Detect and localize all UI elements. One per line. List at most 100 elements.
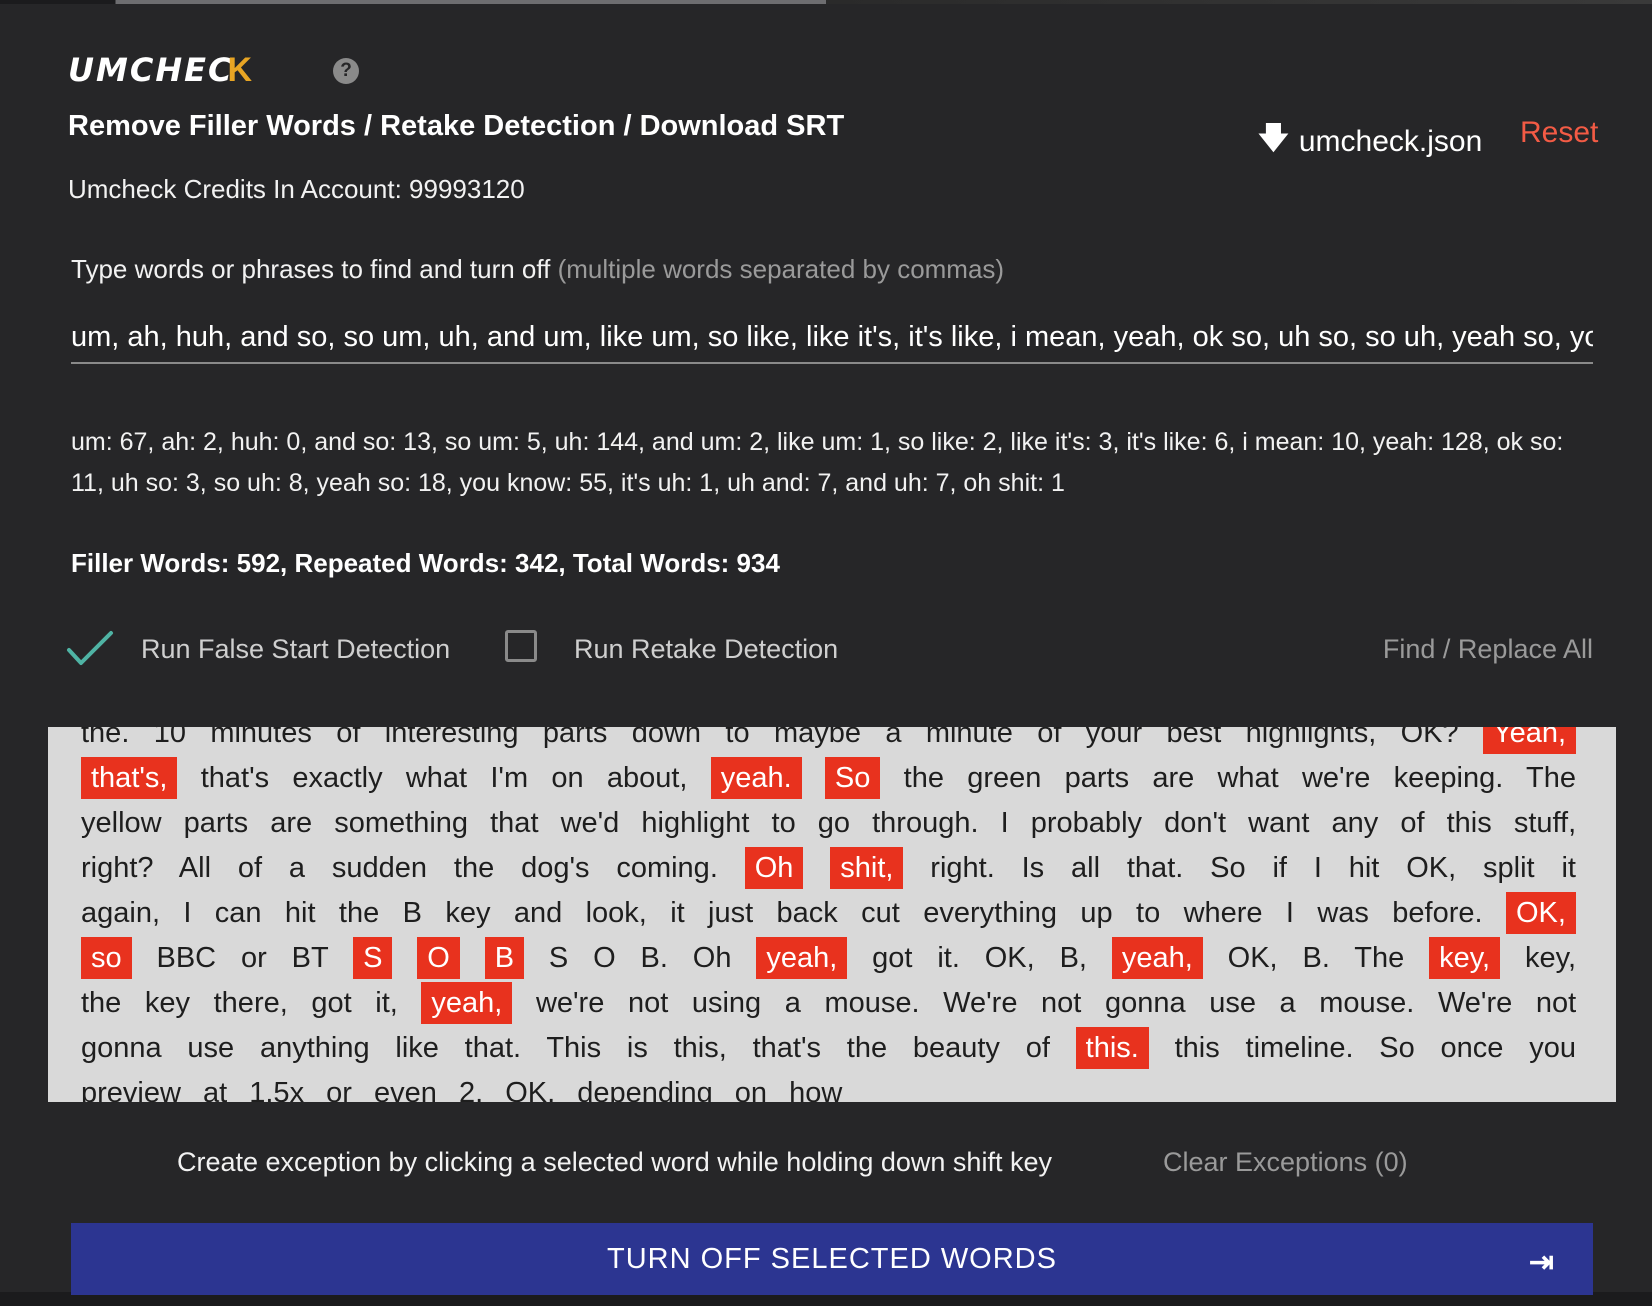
transcript-word[interactable]: was — [1317, 897, 1369, 929]
transcript-word[interactable]: anything — [260, 1032, 370, 1064]
transcript-word[interactable]: like — [395, 1032, 439, 1064]
transcript-word[interactable]: to — [725, 727, 749, 749]
find-replace-all-link[interactable]: Find / Replace All — [1383, 634, 1593, 665]
transcript-word[interactable]: key, — [1525, 942, 1576, 974]
transcript-word[interactable]: minutes — [210, 727, 312, 749]
transcript-word[interactable]: don't — [1164, 807, 1226, 839]
transcript-word[interactable]: all — [1071, 852, 1100, 884]
transcript-word[interactable]: OK, — [1406, 852, 1456, 884]
transcript-word[interactable]: OK, — [985, 942, 1035, 974]
transcript-word[interactable]: your — [1086, 727, 1142, 749]
transcript-word[interactable]: a — [885, 727, 901, 749]
transcript-word[interactable]: the — [847, 1032, 887, 1064]
transcript-word[interactable]: down — [632, 727, 701, 749]
download-json-button[interactable]: 🡇 umcheck.json — [1258, 116, 1482, 167]
transcript-word[interactable]: to — [1136, 897, 1160, 929]
transcript-word[interactable]: mouse. — [1319, 987, 1414, 1019]
selected-word[interactable]: B — [484, 937, 525, 979]
transcript-word[interactable]: once — [1441, 1032, 1504, 1064]
transcript-word[interactable]: So — [1210, 852, 1245, 884]
transcript-word[interactable]: even — [374, 1077, 437, 1102]
transcript-word[interactable]: want — [1248, 807, 1309, 839]
transcript-word[interactable]: any — [1332, 807, 1379, 839]
selected-word[interactable]: Yeah, — [1482, 727, 1577, 754]
transcript-word[interactable]: Is — [1022, 852, 1045, 884]
transcript-word[interactable]: B, — [1060, 942, 1087, 974]
transcript-word[interactable]: of — [1037, 727, 1061, 749]
selected-word[interactable]: yeah, — [1111, 937, 1203, 979]
retake-detection-label[interactable]: Run Retake Detection — [574, 634, 838, 665]
transcript-word[interactable]: you — [1529, 1032, 1576, 1064]
transcript-word[interactable]: of — [1026, 1032, 1050, 1064]
transcript-word[interactable]: are — [270, 807, 312, 839]
transcript-word[interactable]: B. — [641, 942, 668, 974]
transcript-word[interactable]: or — [326, 1077, 352, 1102]
transcript-word[interactable]: sudden — [332, 852, 427, 884]
transcript-word[interactable]: parts — [1065, 762, 1129, 794]
transcript-word[interactable]: of — [238, 852, 262, 884]
transcript-word[interactable]: not — [628, 987, 668, 1019]
transcript-word[interactable]: a — [785, 987, 801, 1019]
selected-word[interactable]: yeah. — [710, 757, 802, 799]
transcript-word[interactable]: of — [336, 727, 360, 749]
transcript-word[interactable]: hit — [1349, 852, 1380, 884]
transcript-word[interactable]: yellow — [81, 807, 162, 839]
retake-detection-checkbox[interactable] — [505, 630, 537, 662]
transcript-word[interactable]: can — [215, 897, 262, 929]
selected-word[interactable]: yeah, — [756, 937, 848, 979]
transcript-word[interactable]: parts — [543, 727, 607, 749]
transcript-word[interactable]: of — [1400, 807, 1424, 839]
transcript-word[interactable]: on — [551, 762, 583, 794]
transcript-word[interactable]: BT — [292, 942, 329, 974]
transcript-word[interactable]: We're — [1438, 987, 1512, 1019]
transcript-word[interactable]: This — [546, 1032, 601, 1064]
transcript-word[interactable]: just — [708, 897, 753, 929]
transcript-word[interactable]: got — [872, 942, 912, 974]
transcript-word[interactable]: how — [789, 1077, 842, 1102]
transcript-word[interactable]: is — [627, 1032, 648, 1064]
transcript-word[interactable]: we're — [1302, 762, 1370, 794]
selected-word[interactable]: key, — [1429, 937, 1501, 979]
transcript-word[interactable]: got — [311, 987, 351, 1019]
transcript-word[interactable]: stuff, — [1514, 807, 1576, 839]
transcript-word[interactable]: again, — [81, 897, 160, 929]
transcript-word[interactable]: I — [1001, 807, 1009, 839]
transcript-word[interactable]: key — [445, 897, 490, 929]
selected-word[interactable]: this. — [1075, 1027, 1149, 1069]
checkmark-icon[interactable] — [66, 630, 114, 666]
turn-off-selected-words-button[interactable]: TURN OFF SELECTED WORDS ⇥ — [71, 1223, 1593, 1295]
transcript-word[interactable]: The — [1354, 942, 1404, 974]
transcript-word[interactable]: what — [1217, 762, 1278, 794]
transcript-word[interactable]: that — [490, 807, 538, 839]
transcript-word[interactable]: a — [1280, 987, 1296, 1019]
transcript-word[interactable]: through. — [872, 807, 978, 839]
selected-word[interactable]: that's, — [81, 757, 178, 799]
transcript-word[interactable]: All — [179, 852, 211, 884]
transcript-word[interactable]: Oh — [693, 942, 732, 974]
transcript-word[interactable]: use — [1209, 987, 1256, 1019]
transcript-word[interactable]: use — [187, 1032, 234, 1064]
transcript-word[interactable]: at — [203, 1077, 227, 1102]
transcript-word[interactable]: O — [593, 942, 616, 974]
transcript-word[interactable]: OK, — [1228, 942, 1278, 974]
transcript-word[interactable]: that's — [201, 762, 269, 794]
transcript-word[interactable]: split — [1483, 852, 1535, 884]
transcript-word[interactable]: this, — [674, 1032, 727, 1064]
transcript-word[interactable]: we'd — [561, 807, 620, 839]
transcript-word[interactable]: exactly — [292, 762, 382, 794]
transcript-word[interactable]: I — [183, 897, 191, 929]
transcript-word[interactable]: we're — [536, 987, 604, 1019]
transcript-word[interactable]: timeline. — [1246, 1032, 1354, 1064]
transcript-word[interactable]: go — [818, 807, 850, 839]
transcript-word[interactable]: the — [904, 762, 944, 794]
transcript-word[interactable]: up — [1080, 897, 1112, 929]
transcript-word[interactable]: or — [241, 942, 267, 974]
transcript-word[interactable]: that. — [1127, 852, 1183, 884]
selected-word[interactable]: So — [824, 757, 881, 799]
transcript-word[interactable]: this — [1175, 1032, 1220, 1064]
transcript-word[interactable]: on — [735, 1077, 767, 1102]
transcript-word[interactable]: it, — [375, 987, 398, 1019]
transcript-word[interactable]: coming. — [616, 852, 718, 884]
transcript-word[interactable]: it — [1561, 852, 1576, 884]
transcript-word[interactable]: using — [692, 987, 761, 1019]
